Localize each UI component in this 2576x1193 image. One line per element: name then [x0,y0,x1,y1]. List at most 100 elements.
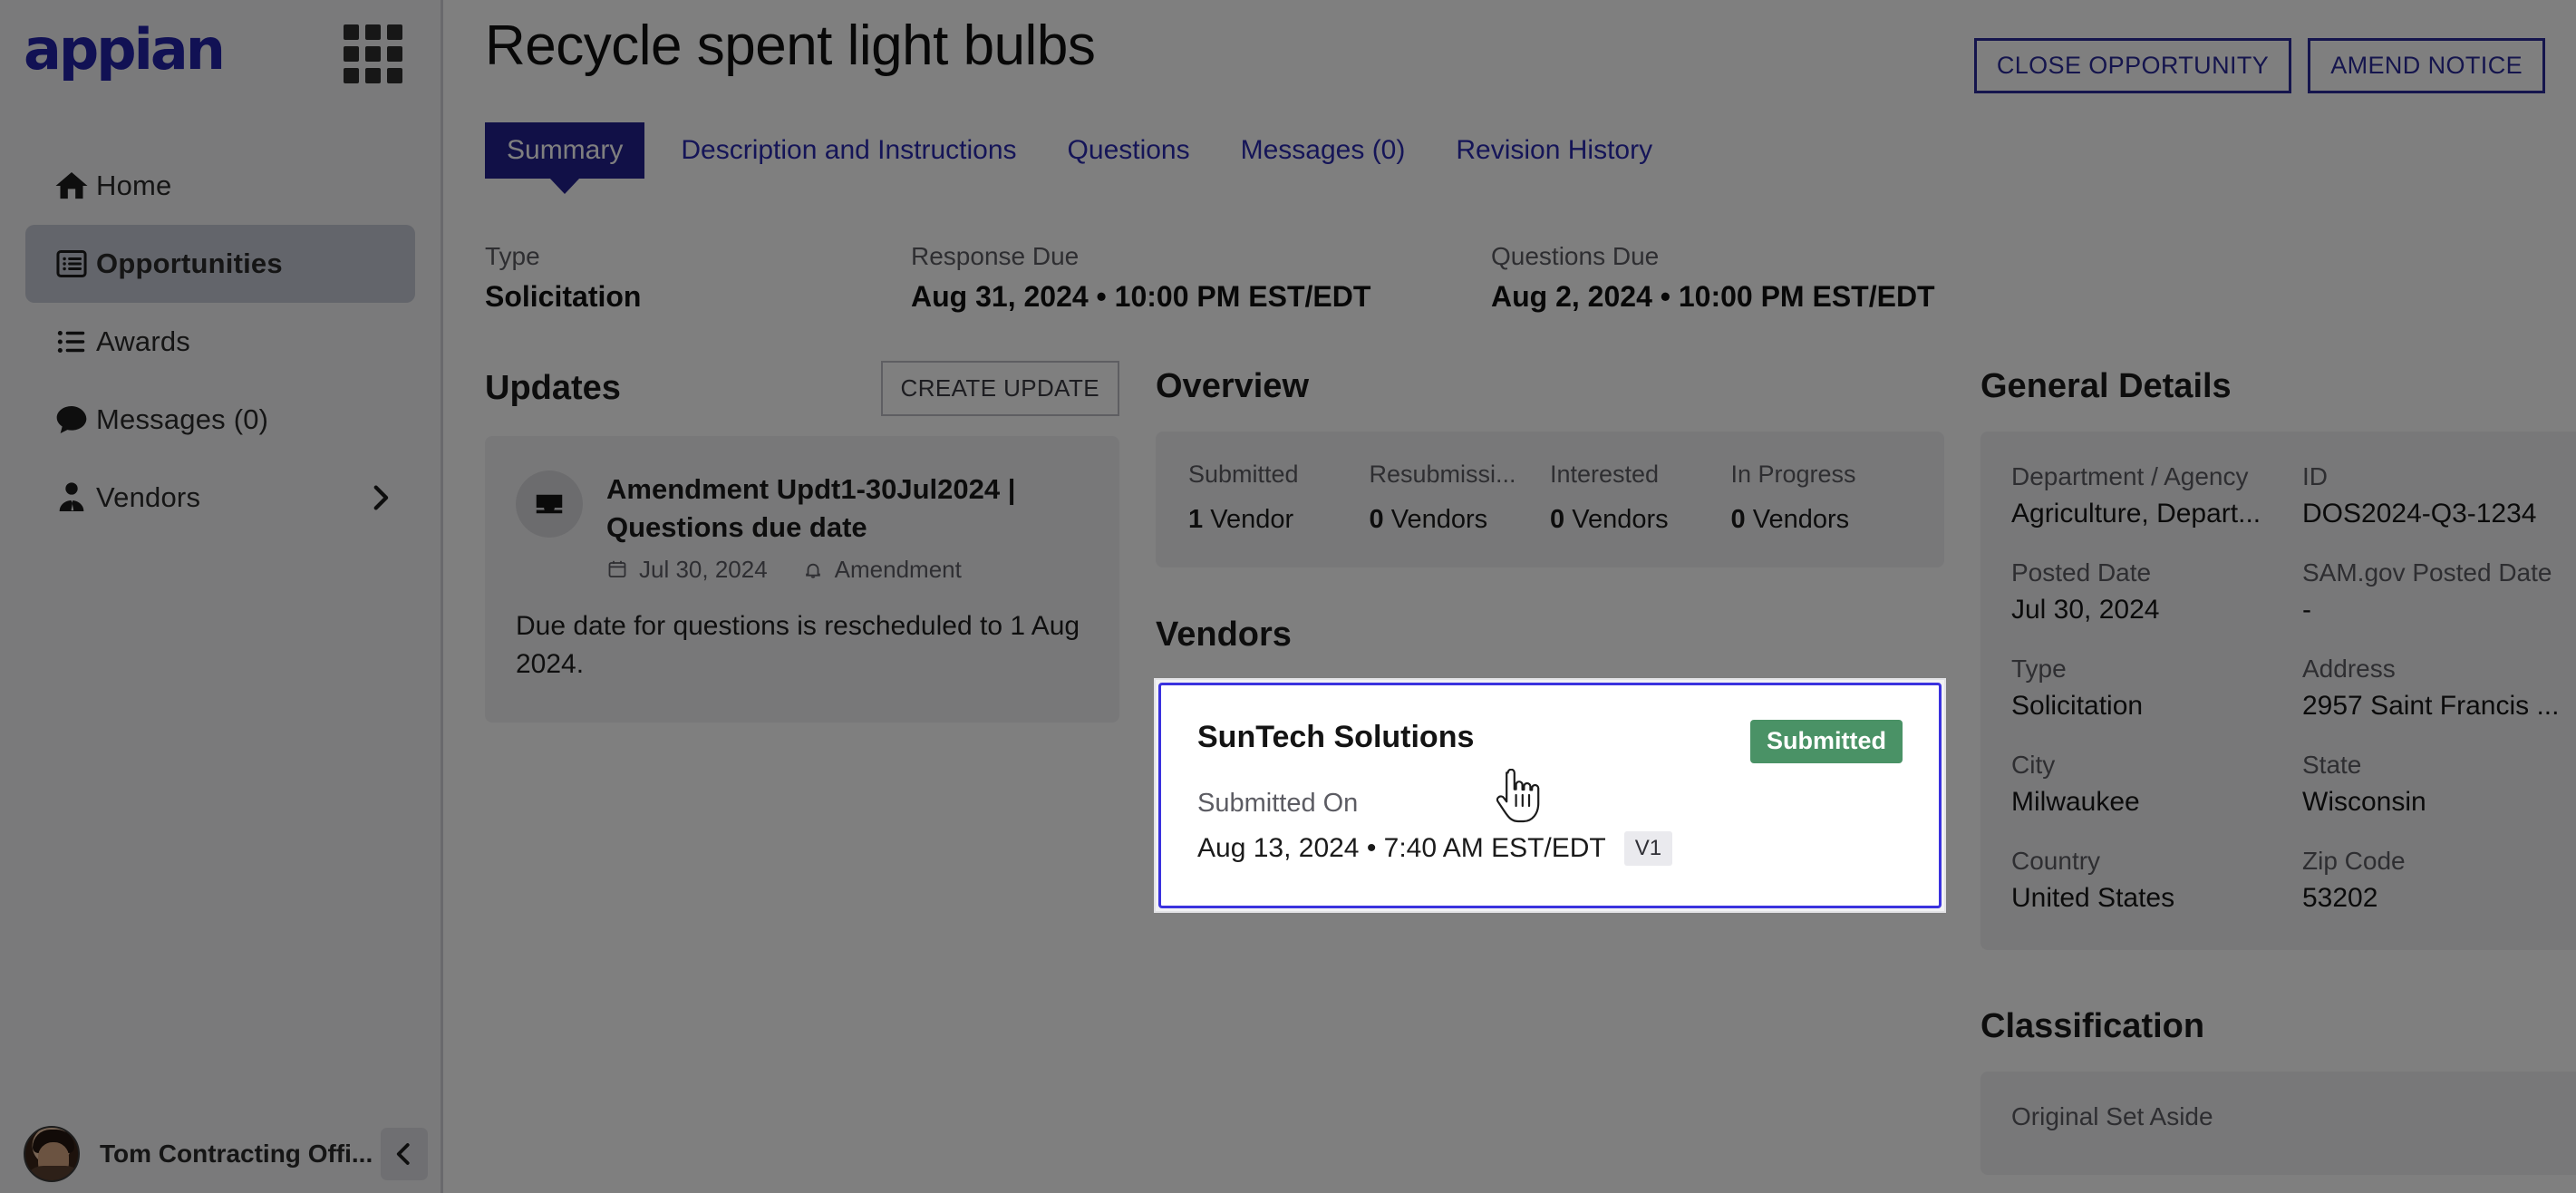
vendor-card-suntech-solutions[interactable]: SunTech Solutions Submitted Submitted On… [1158,683,1942,909]
field-label: Department / Agency [2011,462,2249,490]
sidebar-item-label: Home [96,170,172,201]
field-value: - [2302,595,2311,625]
tab-revision-history[interactable]: Revision History [1456,122,1652,179]
sidebar-item-awards[interactable]: Awards [25,303,415,381]
overview-stat-value: 0 Vendors [1370,505,1538,535]
sidebar: appian Home Opportunities Awards Message… [0,0,443,1193]
amend-notice-button[interactable]: AMEND NOTICE [2308,38,2545,93]
tab-summary[interactable]: Summary [485,122,645,179]
appian-logo: appian [24,16,226,82]
overview-stat-value: 1 Vendor [1188,505,1357,535]
field-label: Posted Date [2011,558,2152,587]
field-label: State [2302,751,2362,779]
update-card[interactable]: Amendment Updt1-30Jul2024 | Questions du… [485,436,1119,723]
updates-column: Updates CREATE UPDATE Amendment Updt1-30… [485,361,1119,1175]
user-avatar [24,1126,80,1182]
vendors-section-header: Vendors [1156,609,1944,660]
tab-bar: Summary Description and Instructions Que… [478,122,2576,179]
sidebar-item-label: Awards [96,325,191,357]
field-label: SAM.gov Posted Date [2302,558,2552,587]
updates-section-header: Updates CREATE UPDATE [485,361,1119,416]
tab-messages[interactable]: Messages (0) [1241,122,1406,179]
update-card-date: Jul 30, 2024 [639,555,768,583]
meta-summary-row: Type Solicitation Response Due Aug 31, 2… [478,242,2576,314]
general-details-card: Department / Agency ID Agriculture, Depa… [1980,432,2576,950]
create-update-button[interactable]: CREATE UPDATE [880,361,1119,416]
overview-section-title: Overview [1156,366,1309,405]
meta-field-type: Type Solicitation [485,242,911,314]
page-title: Recycle spent light bulbs [485,15,1096,77]
classification-card: Original Set Aside [1980,1072,2576,1175]
chevron-right-icon [364,482,395,513]
bell-icon [802,558,824,580]
meta-label: Response Due [911,242,1080,270]
general-details-section-title: General Details [1980,366,2232,405]
general-details-grid: Department / Agency ID Agriculture, Depa… [2011,462,2576,914]
sidebar-brand-row: appian [0,0,441,87]
grid-apps-icon[interactable] [344,24,402,83]
field-label: Original Set Aside [2011,1102,2213,1130]
close-opportunity-button[interactable]: CLOSE OPPORTUNITY [1973,38,2292,93]
sidebar-item-vendors[interactable]: Vendors [25,459,415,537]
field-value: 53202 [2302,883,2378,913]
field-label: City [2011,751,2056,779]
calendar-icon [606,558,628,580]
overview-stat-resubmission: Resubmissi... 0 Vendors [1370,461,1551,535]
meta-label: Questions Due [1491,242,1660,270]
sidebar-item-label: Vendors [96,481,201,513]
general-details-section-header: General Details [1980,361,2576,412]
tab-questions[interactable]: Questions [1068,122,1190,179]
center-column: Overview Submitted 1 Vendor Resubmissi..… [1156,361,1944,1175]
overview-section-header: Overview [1156,361,1944,412]
vendor-submitted-on-value: Aug 13, 2024 • 7:40 AM EST/EDT [1197,832,1606,863]
overview-stat-value: 0 Vendors [1731,505,1900,535]
overview-stat-count: 0 [1550,505,1565,534]
sidebar-item-opportunities[interactable]: Opportunities [25,225,415,303]
sidebar-item-label: Opportunities [96,247,283,279]
sidebar-collapse-button[interactable] [381,1128,428,1180]
field-label: Type [2011,655,2067,683]
user-tie-icon [47,480,96,516]
vendors-section: Vendors SunTech Solutions Submitted Subm… [1156,609,1944,912]
meta-value: Aug 31, 2024 • 10:00 PM EST/EDT [911,280,1371,313]
overview-stat-interested: Interested 0 Vendors [1550,461,1731,535]
main-content: Recycle spent light bulbs CLOSE OPPORTUN… [443,0,2576,1193]
meta-value: Solicitation [485,280,642,313]
tab-description-and-instructions[interactable]: Description and Instructions [681,122,1016,179]
overview-stat-label: Resubmissi... [1369,461,1516,488]
overview-stat-count: 0 [1730,505,1746,534]
overview-stat-in-progress: In Progress 0 Vendors [1731,461,1913,535]
page-header: Recycle spent light bulbs CLOSE OPPORTUN… [478,0,2576,93]
update-card-meta: Jul 30, 2024 Amendment [606,556,1089,584]
chat-bubble-icon [47,402,96,438]
field-label: Zip Code [2302,847,2406,875]
vendor-card-header: SunTech Solutions Submitted [1197,720,1903,763]
content-columns: Updates CREATE UPDATE Amendment Updt1-30… [478,361,2576,1175]
sidebar-user-footer[interactable]: Tom Contracting Offi... [0,1115,441,1193]
sidebar-item-label: Messages (0) [96,403,269,435]
list-box-icon [47,247,96,281]
field-value: Solicitation [2011,691,2144,721]
sidebar-item-home[interactable]: Home [25,147,415,225]
field-label: Address [2302,655,2396,683]
overview-stat-label: In Progress [1730,461,1856,488]
vendors-section-title: Vendors [1156,615,1292,654]
overview-stat-unit: Vendors [1572,505,1669,534]
overview-stat-count: 1 [1188,505,1204,534]
bullet-list-icon [47,325,96,359]
vendor-name: SunTech Solutions [1197,720,1475,754]
user-name-label: Tom Contracting Offi... [100,1140,373,1168]
sidebar-item-messages[interactable]: Messages (0) [25,381,415,459]
field-value: Jul 30, 2024 [2011,595,2160,625]
field-value: Wisconsin [2302,787,2426,817]
field-value: DOS2024-Q3-1234 [2302,499,2537,529]
update-card-type: Amendment [834,555,962,583]
vendor-submitted-on-label: Submitted On [1197,788,1359,818]
field-value: 2957 Saint Francis ... [2302,691,2560,721]
meta-value: Aug 2, 2024 • 10:00 PM EST/EDT [1491,280,1935,313]
updates-section-title: Updates [485,369,621,407]
field-value: United States [2011,883,2175,913]
vendor-card-spotlight: SunTech Solutions Submitted Submitted On… [1156,680,1944,912]
overview-stat-unit: Vendor [1210,505,1294,534]
meta-field-questions-due: Questions Due Aug 2, 2024 • 10:00 PM EST… [1491,242,2071,314]
